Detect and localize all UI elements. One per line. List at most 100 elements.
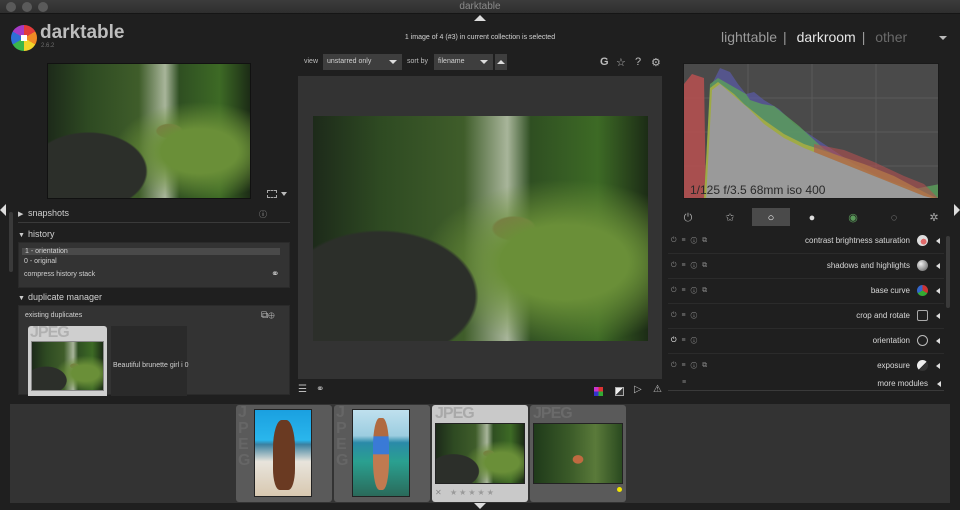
history-item-original[interactable]: 0 - original [24, 258, 57, 265]
app-name: darktable [40, 22, 125, 43]
styles-icon[interactable]: ⚭ [316, 384, 324, 395]
navigation-preview[interactable] [47, 63, 251, 199]
module-controls[interactable]: ⏻≡ⓘ [671, 337, 702, 345]
view-other[interactable]: other [875, 29, 907, 45]
more-modules-menu-icon[interactable]: ≡ [682, 379, 686, 386]
basic-group-icon[interactable]: ○ [764, 211, 778, 225]
expand-module-icon[interactable] [936, 363, 940, 369]
module-contrast-brightness-saturation[interactable]: ⏻≡ⓘ⧉ contrast brightness saturation [668, 229, 944, 254]
zoom-fit-icon[interactable] [267, 190, 277, 198]
format-watermark: JPEG [533, 405, 573, 422]
module-controls[interactable]: ⏻≡ⓘ [671, 312, 702, 320]
expand-module-icon[interactable] [936, 238, 940, 244]
module-exposure[interactable]: ⏻≡ⓘ⧉ exposure [668, 354, 944, 379]
history-item-orientation[interactable]: 1 - orientation [22, 248, 280, 255]
filmstrip-thumbnail[interactable]: JPEG [530, 405, 626, 502]
module-controls[interactable]: ⏻≡ⓘ⧉ [671, 237, 712, 245]
module-controls[interactable]: ⏻≡ⓘ⧉ [671, 262, 712, 270]
view-lighttable[interactable]: lighttable [721, 29, 777, 45]
selection-status: 1 image of 4 (#3) in current collection … [404, 34, 556, 41]
expand-more-modules-icon[interactable] [937, 381, 941, 387]
expand-module-icon[interactable] [936, 263, 940, 269]
histogram[interactable]: 1/125 f/3.5 68mm iso 400 [683, 63, 939, 199]
snapshots-header[interactable]: ▶ snapshots [18, 208, 69, 218]
darktable-logo-icon [11, 25, 37, 51]
collapse-triangle-icon: ▼ [18, 295, 25, 302]
left-panel-scrollbar[interactable] [9, 212, 13, 272]
color-assessment-icon[interactable] [594, 387, 603, 396]
effect-group-icon[interactable]: ✲ [927, 211, 941, 225]
module-controls[interactable]: ⏻≡ⓘ⧉ [671, 287, 712, 295]
gamut-check-icon[interactable]: ⚠ [653, 384, 662, 395]
module-controls[interactable]: ⏻≡ⓘ⧉ [671, 362, 712, 370]
view-separator: | [783, 29, 787, 45]
thumbnail-subject [373, 418, 389, 490]
thumbnail-image [533, 423, 623, 484]
create-style-icon[interactable]: ⚭ [271, 269, 279, 280]
tone-group-icon[interactable]: ● [805, 211, 819, 225]
collapse-top-panel-arrow[interactable] [474, 15, 486, 21]
view-darkroom[interactable]: darkroom [797, 29, 856, 45]
reject-icon[interactable]: ✕ [435, 488, 442, 497]
module-orientation[interactable]: ⏻≡ⓘ orientation [668, 329, 944, 354]
duplicate-thumbnail[interactable]: JPEG [28, 324, 107, 396]
module-name: shadows and highlights [826, 261, 910, 270]
zoom-dropdown-icon[interactable] [281, 192, 287, 196]
view-filter-select[interactable]: unstarred only [323, 54, 402, 70]
collapse-bottom-panel-arrow[interactable] [474, 503, 486, 509]
correct-group-icon[interactable]: ◌ [887, 211, 901, 225]
filmstrip-thumbnail[interactable]: JPEG [334, 405, 430, 502]
sort-by-select[interactable]: filename [434, 54, 493, 70]
star-rating[interactable]: ★★★★★ [450, 488, 496, 497]
views-dropdown-icon[interactable] [939, 36, 947, 40]
color-group-icon[interactable]: ◉ [846, 211, 860, 225]
filmstrip-thumbnail[interactable]: JPEG [236, 405, 332, 502]
main-image[interactable] [313, 116, 648, 341]
collapse-right-panel-arrow[interactable] [954, 204, 960, 216]
view-filter-label: view [304, 58, 319, 65]
module-crop-rotate[interactable]: ⏻≡ⓘ crop and rotate [668, 304, 944, 329]
existing-duplicates-label: existing duplicates [25, 312, 83, 319]
thumbnail-subject [273, 420, 295, 490]
history-label: history [28, 229, 55, 239]
snapshots-label: snapshots [28, 208, 70, 218]
favorites-icon[interactable]: ✩ [723, 211, 737, 225]
compress-history-button[interactable]: compress history stack [24, 271, 95, 278]
filmstrip-thumbnail-selected[interactable]: JPEG ✕ ★★★★★ [432, 405, 528, 502]
app-version: 2.6.2 [41, 43, 55, 49]
expand-module-icon[interactable] [936, 288, 940, 294]
histogram-graph [684, 64, 938, 198]
expand-module-icon[interactable] [936, 313, 940, 319]
grouping-icon[interactable]: G [600, 56, 609, 68]
duplicate-manager-header[interactable]: ▼ duplicate manager [18, 292, 102, 302]
collapse-triangle-icon: ▼ [18, 232, 25, 239]
star-icon[interactable]: ☆ [616, 56, 626, 69]
crop-icon [917, 310, 928, 321]
right-panel-scrollbar[interactable] [946, 236, 950, 308]
module-shadows-highlights[interactable]: ⏻≡ⓘ⧉ shadows and highlights [668, 254, 944, 279]
reset-icon[interactable]: ⓘ [259, 209, 267, 220]
quick-access-menu-icon[interactable]: ☰ [298, 384, 307, 395]
window-titlebar: darktable [0, 0, 960, 14]
active-modules-icon[interactable]: ⏻ [681, 211, 695, 225]
sort-order-button[interactable] [495, 54, 507, 70]
help-icon[interactable]: ? [635, 56, 641, 68]
history-header[interactable]: ▼ history [18, 229, 55, 239]
module-base-curve[interactable]: ⏻≡ⓘ⧉ base curve [668, 279, 944, 304]
add-duplicate-icon[interactable]: ⊕ [268, 310, 275, 321]
more-modules-label: more modules [877, 379, 928, 388]
exposure-icon [917, 360, 928, 371]
format-watermark: JPEG [336, 404, 349, 469]
duplicate-info [111, 326, 187, 396]
thumbnail-image [254, 409, 312, 497]
thumbnail-image [435, 423, 525, 484]
softproof-icon[interactable]: ▷ [634, 384, 642, 395]
duplicate-manager-panel: existing duplicates ⧉⊕ JPEG Beautiful br… [18, 305, 290, 396]
gear-icon[interactable]: ⚙ [651, 56, 661, 69]
expand-triangle-icon: ▶ [18, 211, 24, 218]
expand-module-icon[interactable] [936, 338, 940, 344]
more-modules[interactable]: ≡ more modules [668, 377, 944, 391]
format-watermark: JPEG [435, 405, 475, 422]
overexposed-icon[interactable] [615, 387, 624, 396]
collapse-left-panel-arrow[interactable] [0, 204, 6, 216]
